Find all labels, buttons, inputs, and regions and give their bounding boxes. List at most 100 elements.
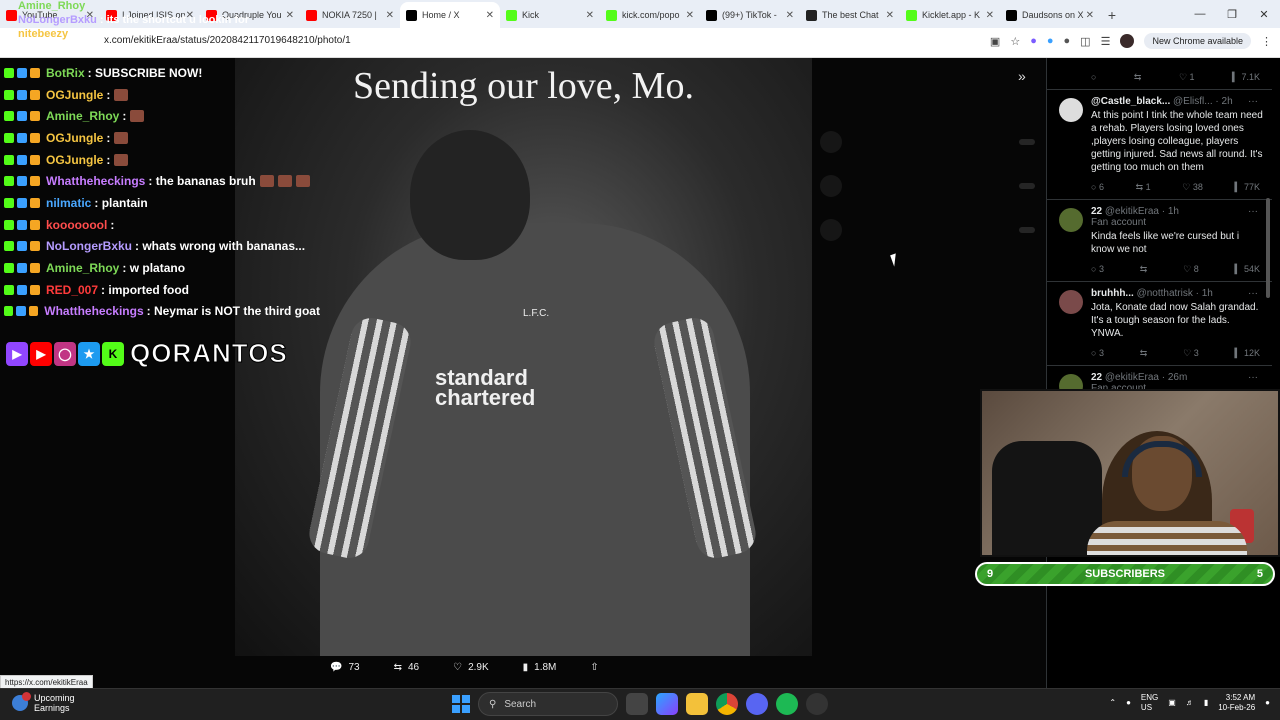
browser-tab[interactable]: (99+) TikTok - ✕ xyxy=(700,2,800,28)
copilot-icon[interactable] xyxy=(656,693,678,715)
repost-action[interactable]: ⇆ 46 xyxy=(394,662,420,673)
more-options-icon[interactable]: ··· xyxy=(1248,372,1258,383)
avatar xyxy=(820,175,842,197)
views-action[interactable]: ▮ 1.8M xyxy=(523,662,557,673)
avatar[interactable] xyxy=(1059,208,1083,232)
chat-badge-icon xyxy=(30,241,40,252)
views-icon: ▍ xyxy=(1234,182,1244,192)
bookmark-star-icon[interactable]: ☆ xyxy=(1010,35,1020,48)
new-tab-button[interactable]: + xyxy=(1100,2,1124,28)
install-icon[interactable]: ▣ xyxy=(990,35,1000,48)
tab-close-icon[interactable]: ✕ xyxy=(786,10,794,21)
obs-icon[interactable] xyxy=(806,693,828,715)
emote-icon xyxy=(114,153,129,166)
chat-badge-icon xyxy=(30,284,40,295)
views-action[interactable]: ▍ 12K xyxy=(1235,348,1260,359)
tab-close-icon[interactable]: ✕ xyxy=(386,10,394,21)
chevron-up-icon[interactable]: ⌃ xyxy=(1109,698,1116,708)
browser-tab[interactable]: The best Chat ✕ xyxy=(800,2,900,28)
like-action[interactable]: ♡ 8 xyxy=(1183,264,1199,275)
tweet-author[interactable]: @Castle_black... xyxy=(1091,96,1170,107)
more-options-icon[interactable]: ··· xyxy=(1248,96,1258,107)
extension-icon[interactable]: ● xyxy=(1030,35,1037,47)
repost-action[interactable]: ⇆ xyxy=(1140,264,1148,275)
taskbar-search[interactable]: ⚲ Search xyxy=(478,692,618,716)
browser-tab[interactable]: kick.com/popo ✕ xyxy=(600,2,700,28)
profile-avatar[interactable] xyxy=(1120,34,1135,48)
discord-icon[interactable] xyxy=(746,693,768,715)
follow-button xyxy=(1019,227,1035,233)
tab-close-icon[interactable]: ✕ xyxy=(886,10,894,21)
browser-tab[interactable]: Home / X ✕ xyxy=(400,2,500,28)
chat-badge-icon xyxy=(17,219,27,230)
repost-action[interactable]: ⇆ xyxy=(1140,348,1148,359)
spotify-icon[interactable] xyxy=(776,693,798,715)
system-tray: ⌃ ● ENG US ▣ ♬ ▮ 3:52 AM 10-Feb-26 ● xyxy=(1109,693,1270,713)
tab-close-icon[interactable]: ✕ xyxy=(1086,10,1094,21)
reply-tweet[interactable]: @Castle_black... @Elisfl... · 2h ··· At th… xyxy=(1047,90,1272,200)
expand-panel-icon[interactable]: » xyxy=(1018,68,1026,84)
reply-action[interactable]: ○ 3 xyxy=(1091,264,1104,275)
reply-action[interactable]: ○ 6 xyxy=(1091,182,1104,193)
club-crest: L.F.C. xyxy=(523,308,550,319)
more-options-icon[interactable]: ··· xyxy=(1248,288,1258,299)
tab-close-icon[interactable]: ✕ xyxy=(486,10,494,21)
like-action[interactable]: ♡ 2.9K xyxy=(453,662,489,673)
feed-scrollbar[interactable] xyxy=(1266,198,1270,298)
more-options-icon[interactable]: ··· xyxy=(1248,206,1258,217)
tab-close-icon[interactable]: ✕ xyxy=(986,10,994,21)
new-chrome-button[interactable]: New Chrome available xyxy=(1144,33,1251,49)
reading-list-icon[interactable]: ☰ xyxy=(1101,35,1111,48)
sub-count-current: 9 xyxy=(986,568,994,580)
language-indicator[interactable]: ENG US xyxy=(1141,693,1158,713)
file-explorer-icon[interactable] xyxy=(686,693,708,715)
puzzle-icon[interactable]: ◫ xyxy=(1080,35,1090,48)
emote-icon xyxy=(295,175,310,188)
avatar[interactable] xyxy=(1059,98,1083,122)
reply-action[interactable]: 💬 73 xyxy=(330,662,360,673)
task-view-icon[interactable] xyxy=(626,693,648,715)
lang-region: US xyxy=(1140,703,1153,712)
tab-close-icon[interactable]: ✕ xyxy=(586,10,594,21)
notifications-icon[interactable]: ● xyxy=(1265,698,1270,708)
like-action[interactable]: ♡ 38 xyxy=(1182,182,1203,193)
tweet-author[interactable]: bruhhh... xyxy=(1091,288,1134,299)
tweet-photo[interactable]: Sending our love, Mo. L.F.C. standard ch… xyxy=(235,58,812,656)
tab-favicon-icon xyxy=(506,9,517,21)
close-window-icon[interactable]: ✕ xyxy=(1248,0,1280,28)
windows-start-icon[interactable] xyxy=(452,695,470,713)
reply-action[interactable]: ○ xyxy=(1091,72,1096,83)
views-action[interactable]: ▍ 54K xyxy=(1235,264,1260,275)
menu-icon[interactable]: ⋮ xyxy=(1261,35,1272,48)
tab-title: Kick xyxy=(522,10,540,20)
minimize-icon[interactable]: — xyxy=(1184,0,1216,28)
tweet-author[interactable]: 22 xyxy=(1091,206,1102,217)
network-icon[interactable]: ▣ xyxy=(1168,698,1176,708)
avatar[interactable] xyxy=(1059,290,1083,314)
reply-tweet[interactable]: 22 @ekitikEraa · 1h ··· Fan account Kinda f… xyxy=(1047,200,1272,282)
reply-tweet[interactable]: bruhhh... @notthatrisk · 1h ··· Jota, Kona… xyxy=(1047,282,1272,366)
volume-icon[interactable]: ♬ xyxy=(1186,698,1194,708)
chrome-icon[interactable] xyxy=(716,693,738,715)
browser-tab[interactable]: Kick ✕ xyxy=(500,2,600,28)
repost-action[interactable]: ⇆ xyxy=(1134,72,1142,83)
views-action[interactable]: ▍ 7.1K xyxy=(1232,72,1260,83)
clock[interactable]: 3:52 AM 10-Feb-26 xyxy=(1218,693,1255,713)
like-action[interactable]: ♡ 1 xyxy=(1179,72,1195,83)
views-action[interactable]: ▍ 77K xyxy=(1235,182,1260,193)
restore-icon[interactable]: ❐ xyxy=(1216,0,1248,28)
mic-icon[interactable]: ● xyxy=(1126,698,1131,708)
browser-tab[interactable]: Kicklet.app - K ✕ xyxy=(900,2,1000,28)
widgets-button[interactable]: Upcoming Earnings xyxy=(12,692,75,713)
reply-action[interactable]: ○ 3 xyxy=(1091,348,1104,359)
repost-action[interactable]: ⇆ 1 xyxy=(1136,182,1151,193)
extension-icon[interactable]: ● xyxy=(1047,35,1054,47)
reply-tweet[interactable]: ○ ⇆ ♡ 1 ▍ 7.1K xyxy=(1047,58,1272,90)
tweet-author[interactable]: 22 xyxy=(1091,372,1102,383)
extension-icon[interactable]: ● xyxy=(1064,35,1071,47)
share-action[interactable]: ⇧ xyxy=(590,662,598,673)
tab-close-icon[interactable]: ✕ xyxy=(686,10,694,21)
like-action[interactable]: ♡ 3 xyxy=(1183,348,1199,359)
browser-tab[interactable]: Daudsons on X ✕ xyxy=(1000,2,1100,28)
battery-icon[interactable]: ▮ xyxy=(1204,698,1208,708)
